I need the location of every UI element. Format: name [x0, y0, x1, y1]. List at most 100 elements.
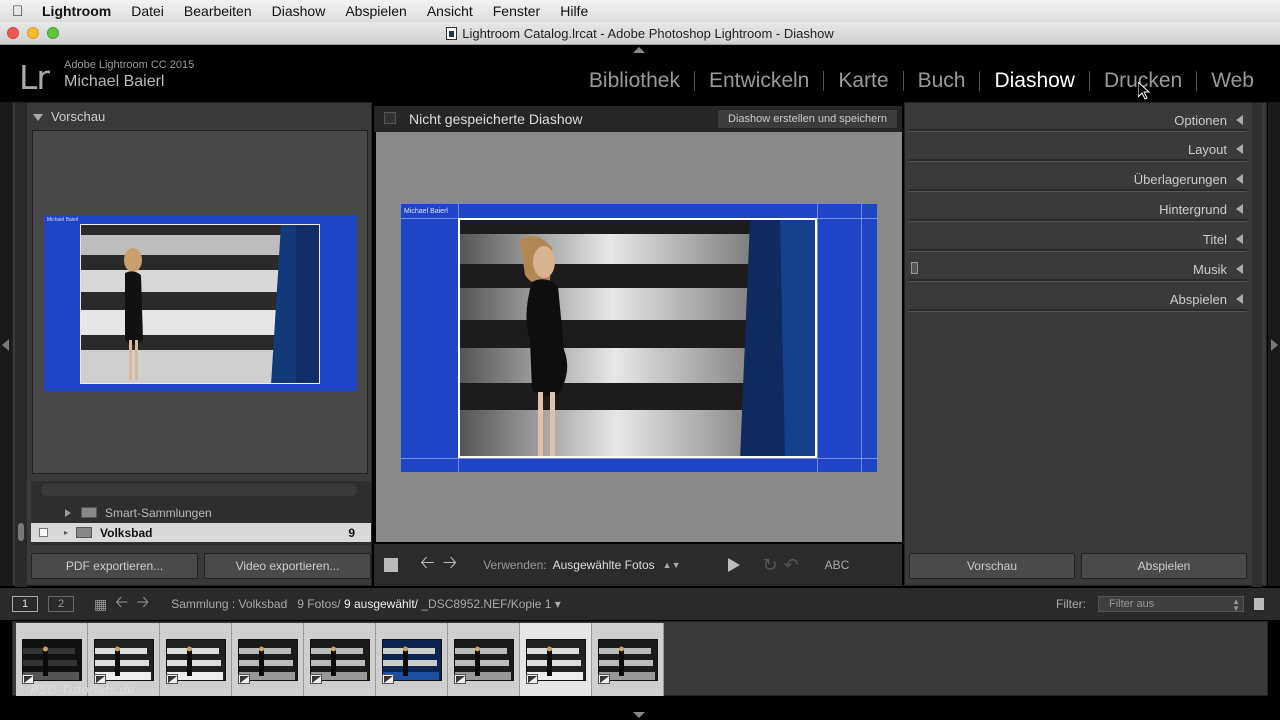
next-slide-icon[interactable]: 🡢	[443, 550, 458, 580]
filter-select[interactable]: Filter aus ▲ ▼	[1098, 596, 1244, 613]
back-arrow-icon[interactable]: 🡠	[115, 591, 128, 618]
primary-display-button[interactable]: 1	[12, 596, 38, 612]
menu-diashow[interactable]: Diashow	[272, 3, 326, 19]
section-divider	[909, 159, 1247, 162]
layout-guide[interactable]	[817, 204, 818, 472]
source-dropdown-icon[interactable]: ▾	[555, 597, 561, 611]
add-text-button[interactable]: ABC	[825, 558, 850, 572]
preview-panel-header[interactable]: Vorschau	[33, 109, 105, 124]
photo-woman-stairs	[460, 220, 815, 456]
identity-plate: Adobe Lightroom CC 2015 Michael Baierl	[64, 59, 194, 91]
slide[interactable]: Michael Baierl	[401, 204, 877, 472]
layout-guide[interactable]	[861, 204, 862, 472]
maximize-window-button[interactable]	[47, 27, 59, 39]
collection-volksbad[interactable]: ▸ Volksbad 9	[31, 523, 371, 542]
module-web[interactable]: Web	[1197, 69, 1268, 93]
slideshow-indicator	[384, 112, 396, 124]
right-panel-scrollbar[interactable]	[1252, 103, 1262, 587]
select-arrows-icon: ▲ ▼	[1232, 597, 1240, 613]
slide-identity-plate[interactable]: Michael Baierl	[404, 208, 448, 215]
product-name: Adobe Lightroom CC 2015	[64, 59, 195, 71]
select-arrows-icon[interactable]: ▲▼	[663, 560, 681, 570]
menu-abspielen[interactable]: Abspielen	[345, 3, 407, 19]
lightroom-logo: Lr	[19, 58, 50, 97]
export-video-button[interactable]: Video exportieren...	[204, 553, 371, 579]
slideshow-target-checkbox[interactable]	[39, 528, 48, 537]
menu-ansicht[interactable]: Ansicht	[427, 3, 473, 19]
selected-count: 9 ausgewählt/	[343, 597, 419, 611]
module-entwickeln[interactable]: Entwickeln	[695, 69, 823, 93]
menu-bearbeiten[interactable]: Bearbeiten	[184, 3, 252, 19]
minimize-window-button[interactable]	[27, 27, 39, 39]
slide-preview: Michael Baierl	[32, 130, 368, 474]
secondary-display-button[interactable]: 2	[48, 596, 74, 612]
left-panel: Vorschau Michael Baierl Smart-Sammlungen…	[12, 102, 372, 587]
menu-lightroom[interactable]: Lightroom	[42, 3, 111, 19]
collapse-triangle-icon	[1236, 264, 1243, 274]
play-button[interactable]: Abspielen	[1081, 553, 1247, 579]
slide-photo[interactable]	[458, 218, 817, 458]
collapse-triangle-icon	[1236, 294, 1243, 304]
stop-icon[interactable]	[384, 558, 398, 572]
window-titlebar: Lightroom Catalog.lrcat - Adobe Photosho…	[0, 22, 1280, 45]
slide-canvas[interactable]: Michael Baierl	[376, 132, 902, 542]
collapse-filmstrip-icon[interactable]	[633, 712, 645, 718]
filmstrip-thumb[interactable]	[448, 623, 520, 696]
left-panel-scrollbar[interactable]	[15, 103, 27, 587]
apple-menu-icon[interactable]: 	[12, 3, 42, 20]
collapse-left-panel-icon[interactable]	[2, 339, 9, 351]
preview-photo	[80, 224, 320, 384]
module-buch[interactable]: Buch	[904, 69, 980, 93]
filmstrip-thumb[interactable]	[520, 623, 592, 696]
export-pdf-button[interactable]: PDF exportieren...	[31, 553, 198, 579]
layout-guide[interactable]	[401, 458, 877, 459]
module-bibliothek[interactable]: Bibliothek	[575, 69, 694, 93]
filmstrip	[12, 621, 1268, 696]
section-label: Titel	[1202, 231, 1227, 247]
preview-button[interactable]: Vorschau	[909, 553, 1075, 579]
collapse-triangle-icon	[1236, 115, 1243, 125]
collection-label: Smart-Sammlungen	[105, 505, 212, 520]
filmstrip-source[interactable]: Sammlung : Volksbad 9 Fotos/ 9 ausgewähl…	[171, 597, 561, 611]
collection-label: Volksbad	[100, 525, 153, 540]
slideshow-header: Nicht gespeicherte Diashow Diashow erste…	[374, 106, 902, 132]
filmstrip-thumb[interactable]	[304, 623, 376, 696]
menu-fenster[interactable]: Fenster	[493, 3, 540, 19]
section-divider	[909, 189, 1247, 192]
collapse-top-panel-icon[interactable]	[633, 47, 645, 53]
filmstrip-thumb[interactable]	[232, 623, 304, 696]
virtual-copy-badge-icon	[526, 674, 538, 684]
module-karte[interactable]: Karte	[824, 69, 902, 93]
previous-slide-icon[interactable]: 🡠	[420, 550, 435, 580]
close-window-button[interactable]	[7, 27, 19, 39]
module-diashow[interactable]: Diashow	[980, 69, 1089, 93]
collection-count: 9	[348, 525, 355, 540]
module-picker: Bibliothek Entwickeln Karte Buch Diashow…	[575, 69, 1268, 93]
window-controls	[7, 27, 59, 39]
slideshow-title: Nicht gespeicherte Diashow	[409, 111, 583, 127]
menu-datei[interactable]: Datei	[131, 3, 164, 19]
collapse-right-panel-icon[interactable]	[1271, 339, 1278, 351]
expand-triangle-icon[interactable]	[65, 508, 71, 517]
use-label: Verwenden:	[483, 558, 547, 572]
collections-search[interactable]	[41, 484, 357, 496]
rotate-left-icon: ↶	[783, 554, 799, 575]
grid-view-icon[interactable]: ▦	[94, 596, 107, 613]
filmstrip-thumb[interactable]	[592, 623, 664, 696]
virtual-copy-badge-icon	[598, 674, 610, 684]
section-divider	[909, 219, 1247, 222]
create-save-slideshow-button[interactable]: Diashow erstellen und speichern	[717, 109, 898, 129]
filter-lock-icon[interactable]	[1254, 598, 1264, 610]
virtual-copy-badge-icon	[382, 674, 394, 684]
use-select[interactable]: Ausgewählte Fotos	[553, 558, 655, 572]
section-label: Überlagerungen	[1133, 171, 1227, 187]
section-label: Optionen	[1174, 112, 1227, 128]
play-icon[interactable]	[728, 558, 741, 572]
slide-editor: Nicht gespeicherte Diashow Diashow erste…	[374, 102, 902, 586]
collection-smart[interactable]: Smart-Sammlungen	[31, 503, 371, 522]
scrollbar-thumb[interactable]	[18, 523, 24, 541]
filmstrip-thumb[interactable]	[376, 623, 448, 696]
filmstrip-thumb[interactable]	[160, 623, 232, 696]
menu-hilfe[interactable]: Hilfe	[560, 3, 588, 19]
forward-arrow-icon[interactable]: 🡢	[136, 591, 149, 618]
